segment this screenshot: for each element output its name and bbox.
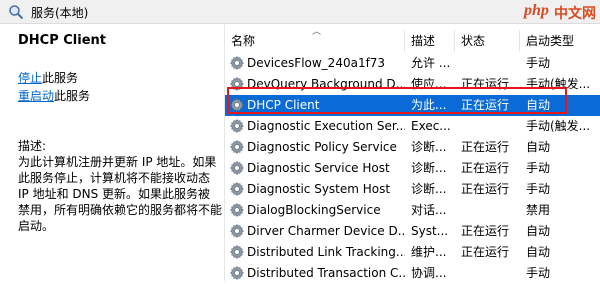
service-startup-type: 自动 (526, 224, 551, 238)
window-title: 服务(本地) (31, 6, 89, 20)
service-startup-type: 手动 (526, 161, 551, 175)
service-gear-icon (229, 97, 244, 113)
service-gear-icon (229, 181, 244, 197)
service-status: 正在运行 (461, 77, 510, 91)
service-row[interactable]: DevQuery Background D... 使应... 正在运行 手动(触发..… (225, 74, 600, 95)
service-row[interactable]: Dirver Charmer Device D... Syst... 正在运行 自动 (225, 221, 600, 242)
service-name: Diagnostic Service Host (247, 161, 390, 175)
service-status: 正在运行 (461, 182, 510, 196)
service-name: Diagnostic System Host (247, 182, 391, 196)
service-description: 维护... (411, 245, 447, 259)
column-header-description[interactable]: 描述 (405, 30, 455, 52)
selected-service-title: DHCP Client (18, 33, 107, 48)
service-detail-pane: DHCP Client 停止此服务 重启动此服务 描述: 为此计算机注册并更新 … (0, 24, 224, 281)
service-row[interactable]: DevicesFlow_240a1f73 允许 ... 手动 (225, 53, 600, 74)
service-gear-icon (229, 139, 244, 155)
service-startup-type: 禁用 (526, 203, 551, 217)
service-description: 诊断... (411, 161, 447, 175)
services-magnifier-icon (9, 5, 24, 20)
service-status (461, 53, 520, 74)
service-gear-icon (229, 160, 244, 176)
service-row[interactable]: DialogBlockingService 对话... 禁用 (225, 200, 600, 221)
service-status: 正在运行 (461, 224, 510, 238)
service-name: Diagnostic Policy Service (247, 140, 397, 154)
service-startup-type: 自动 (526, 98, 551, 112)
service-status (461, 116, 520, 137)
service-startup-type: 自动 (526, 245, 551, 259)
service-startup-type: 手动(触发... (526, 119, 591, 133)
service-row[interactable]: Diagnostic System Host 诊断... 正在运行 手动 (225, 179, 600, 200)
service-description: Syst... (411, 224, 449, 238)
stop-service-link[interactable]: 停止 (18, 71, 42, 85)
watermark-cn: 中文网 (554, 6, 596, 22)
service-description: 诊断... (411, 182, 447, 196)
service-status: 正在运行 (461, 140, 510, 154)
window-titlebar: 服务(本地) (0, 0, 600, 24)
service-gear-icon (229, 244, 244, 260)
service-name: Dirver Charmer Device D... (247, 224, 405, 238)
service-name: Diagnostic Execution Ser... (247, 119, 405, 133)
service-status: 正在运行 (461, 245, 510, 259)
service-status: 正在运行 (461, 161, 510, 175)
service-name: DevicesFlow_240a1f73 (247, 56, 386, 70)
restart-service-suffix: 此服务 (54, 89, 91, 103)
service-description: 诊断... (411, 140, 447, 154)
service-name: Distributed Link Tracking... (247, 245, 405, 259)
service-startup-type: 手动 (526, 182, 551, 196)
service-name: DialogBlockingService (247, 203, 381, 217)
service-startup-type: 手动(触发... (526, 77, 591, 91)
service-startup-type: 自动 (526, 140, 551, 154)
service-status: 正在运行 (461, 98, 510, 112)
column-header-name[interactable]: 名称 (225, 30, 405, 52)
column-header-startup-type[interactable]: 启动类型 (520, 30, 600, 52)
description-label: 描述: (18, 139, 47, 153)
service-description: 使应... (411, 77, 447, 91)
service-startup-type: 手动 (526, 56, 551, 70)
php-cn-watermark-logo: php 中文网 (524, 2, 600, 24)
service-gear-icon (229, 223, 244, 239)
stop-service-suffix: 此服务 (42, 71, 79, 85)
watermark-php: php (524, 2, 549, 19)
service-row[interactable]: Diagnostic Execution Ser... Exec... 手动(触发.… (225, 116, 600, 137)
service-gear-icon (229, 202, 244, 218)
service-description: 允许 ... (411, 56, 451, 70)
service-gear-icon (229, 265, 244, 281)
restart-service-link[interactable]: 重启动 (18, 89, 54, 103)
services-list: ︿ 名称 描述 状态 启动类型 DevicesFlow_240a1f73 允许 .… (225, 24, 600, 281)
service-row[interactable]: Diagnostic Service Host 诊断... 正在运行 手动 (225, 158, 600, 179)
service-name: DHCP Client (247, 98, 320, 112)
service-gear-icon (229, 118, 244, 134)
service-description: 为此... (411, 98, 447, 112)
service-row[interactable]: DHCP Client 为此... 正在运行 自动 (225, 95, 600, 116)
service-gear-icon (229, 55, 244, 71)
stop-service-line: 停止此服务 (18, 69, 78, 86)
service-row[interactable]: Diagnostic Policy Service 诊断... 正在运行 自动 (225, 137, 600, 158)
column-header-status[interactable]: 状态 (455, 30, 520, 52)
description-text: 为此计算机注册并更新 IP 地址。如果此服务停止，计算机将不能接收动态 IP 地… (18, 155, 223, 233)
service-status (461, 200, 520, 221)
service-name: DevQuery Background D... (247, 77, 405, 91)
list-header: 名称 描述 状态 启动类型 (225, 30, 600, 52)
service-description: Exec... (411, 119, 451, 133)
service-gear-icon (229, 76, 244, 92)
service-description: 对话... (411, 203, 447, 217)
service-row[interactable]: Distributed Link Tracking... 维护... 正在运行 自动 (225, 242, 600, 263)
restart-service-line: 重启动此服务 (18, 87, 90, 104)
